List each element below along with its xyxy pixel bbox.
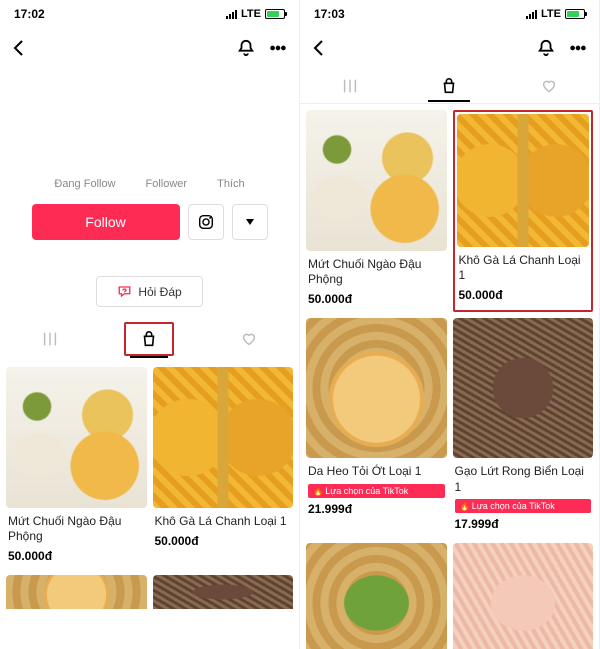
- product-card-highlighted[interactable]: Khô Gà Lá Chanh Loại 1 50.000đ: [453, 110, 594, 312]
- product-card[interactable]: Mứt Chuối Ngào Đậu Phộng 50.000đ: [306, 110, 447, 312]
- feed-tabs: [0, 317, 299, 361]
- product-title: Mứt Chuối Ngào Đậu Phộng: [8, 514, 145, 545]
- product-card[interactable]: Mứt Chuối Ngào Đậu Phộng 50.000đ: [6, 367, 147, 569]
- qa-button[interactable]: Hỏi Đáp: [96, 276, 202, 307]
- product-title: Khô Gà Lá Chanh Loại 1: [155, 514, 292, 530]
- feed-tabs: [300, 68, 599, 104]
- product-price: 21.999đ: [308, 502, 445, 516]
- status-right: LTE: [526, 8, 585, 20]
- product-image[interactable]: [153, 575, 294, 609]
- tab-liked[interactable]: [224, 324, 274, 354]
- product-title: Da Heo Tỏi Ớt Loại 1: [308, 464, 445, 480]
- top-nav: [0, 28, 299, 68]
- notifications-button[interactable]: [237, 39, 255, 57]
- instagram-button[interactable]: [188, 204, 224, 240]
- action-row: Follow: [0, 190, 299, 258]
- qa-row: Hỏi Đáp: [0, 258, 299, 317]
- product-image: [153, 367, 294, 508]
- more-actions-button[interactable]: [232, 204, 268, 240]
- product-title: Gạo Lứt Rong Biển Loại 1: [455, 464, 592, 495]
- tab-liked[interactable]: [522, 71, 576, 101]
- tab-shop[interactable]: [422, 71, 476, 101]
- product-image[interactable]: [306, 543, 447, 649]
- product-image[interactable]: [453, 543, 594, 649]
- qa-label: Hỏi Đáp: [138, 285, 181, 299]
- follow-button[interactable]: Follow: [32, 204, 180, 240]
- product-image: [306, 318, 447, 459]
- product-image: [306, 110, 447, 251]
- top-nav: [300, 28, 599, 68]
- tiktok-choice-badge: Lựa chọn của TikTok: [308, 484, 445, 498]
- phone-right: 17:03 LTE: [300, 0, 600, 649]
- qa-icon: [117, 284, 132, 299]
- product-image[interactable]: [6, 575, 147, 609]
- profile-stats: Đang Follow Follower Thích: [0, 68, 299, 190]
- network-label: LTE: [241, 8, 261, 20]
- stat-followers[interactable]: Follower: [146, 178, 188, 190]
- stat-likes[interactable]: Thích: [217, 178, 245, 190]
- stat-following[interactable]: Đang Follow: [54, 178, 115, 190]
- status-bar: 17:03 LTE: [300, 0, 599, 28]
- product-row-partial: [300, 543, 599, 649]
- signal-icon: [526, 9, 537, 19]
- product-row-partial: [0, 575, 299, 609]
- phone-left: 17:02 LTE Đang Follow Follower Thích Fol…: [0, 0, 300, 649]
- product-price: 50.000đ: [155, 534, 292, 548]
- product-grid: Mứt Chuối Ngào Đậu Phộng 50.000đ Khô Gà …: [0, 361, 299, 575]
- battery-icon: [265, 9, 285, 19]
- tab-posts[interactable]: [323, 71, 377, 101]
- product-image: [6, 367, 147, 508]
- product-card[interactable]: Khô Gà Lá Chanh Loại 1 50.000đ: [153, 367, 294, 569]
- tiktok-choice-badge: Lựa chọn của TikTok: [455, 499, 592, 513]
- product-card[interactable]: Gạo Lứt Rong Biển Loại 1 Lựa chọn của Ti…: [453, 318, 594, 538]
- product-title: Khô Gà Lá Chanh Loại 1: [459, 253, 588, 284]
- product-price: 50.000đ: [308, 292, 445, 306]
- tab-shop[interactable]: [124, 322, 174, 356]
- signal-icon: [226, 9, 237, 19]
- network-label: LTE: [541, 8, 561, 20]
- battery-icon: [565, 9, 585, 19]
- more-button[interactable]: [569, 39, 587, 57]
- tab-posts[interactable]: [25, 324, 75, 354]
- more-button[interactable]: [269, 39, 287, 57]
- product-image: [453, 318, 594, 459]
- product-grid: Mứt Chuối Ngào Đậu Phộng 50.000đ Khô Gà …: [300, 104, 599, 543]
- status-right: LTE: [226, 8, 285, 20]
- notifications-button[interactable]: [537, 39, 555, 57]
- product-title: Mứt Chuối Ngào Đậu Phộng: [308, 257, 445, 288]
- product-price: 17.999đ: [455, 517, 592, 531]
- back-button[interactable]: [12, 39, 26, 57]
- status-time: 17:03: [314, 7, 345, 21]
- product-image: [457, 114, 590, 247]
- product-card[interactable]: Da Heo Tỏi Ớt Loại 1 Lựa chọn của TikTok…: [306, 318, 447, 538]
- status-bar: 17:02 LTE: [0, 0, 299, 28]
- back-button[interactable]: [312, 39, 326, 57]
- product-price: 50.000đ: [459, 288, 588, 302]
- status-time: 17:02: [14, 7, 45, 21]
- product-price: 50.000đ: [8, 549, 145, 563]
